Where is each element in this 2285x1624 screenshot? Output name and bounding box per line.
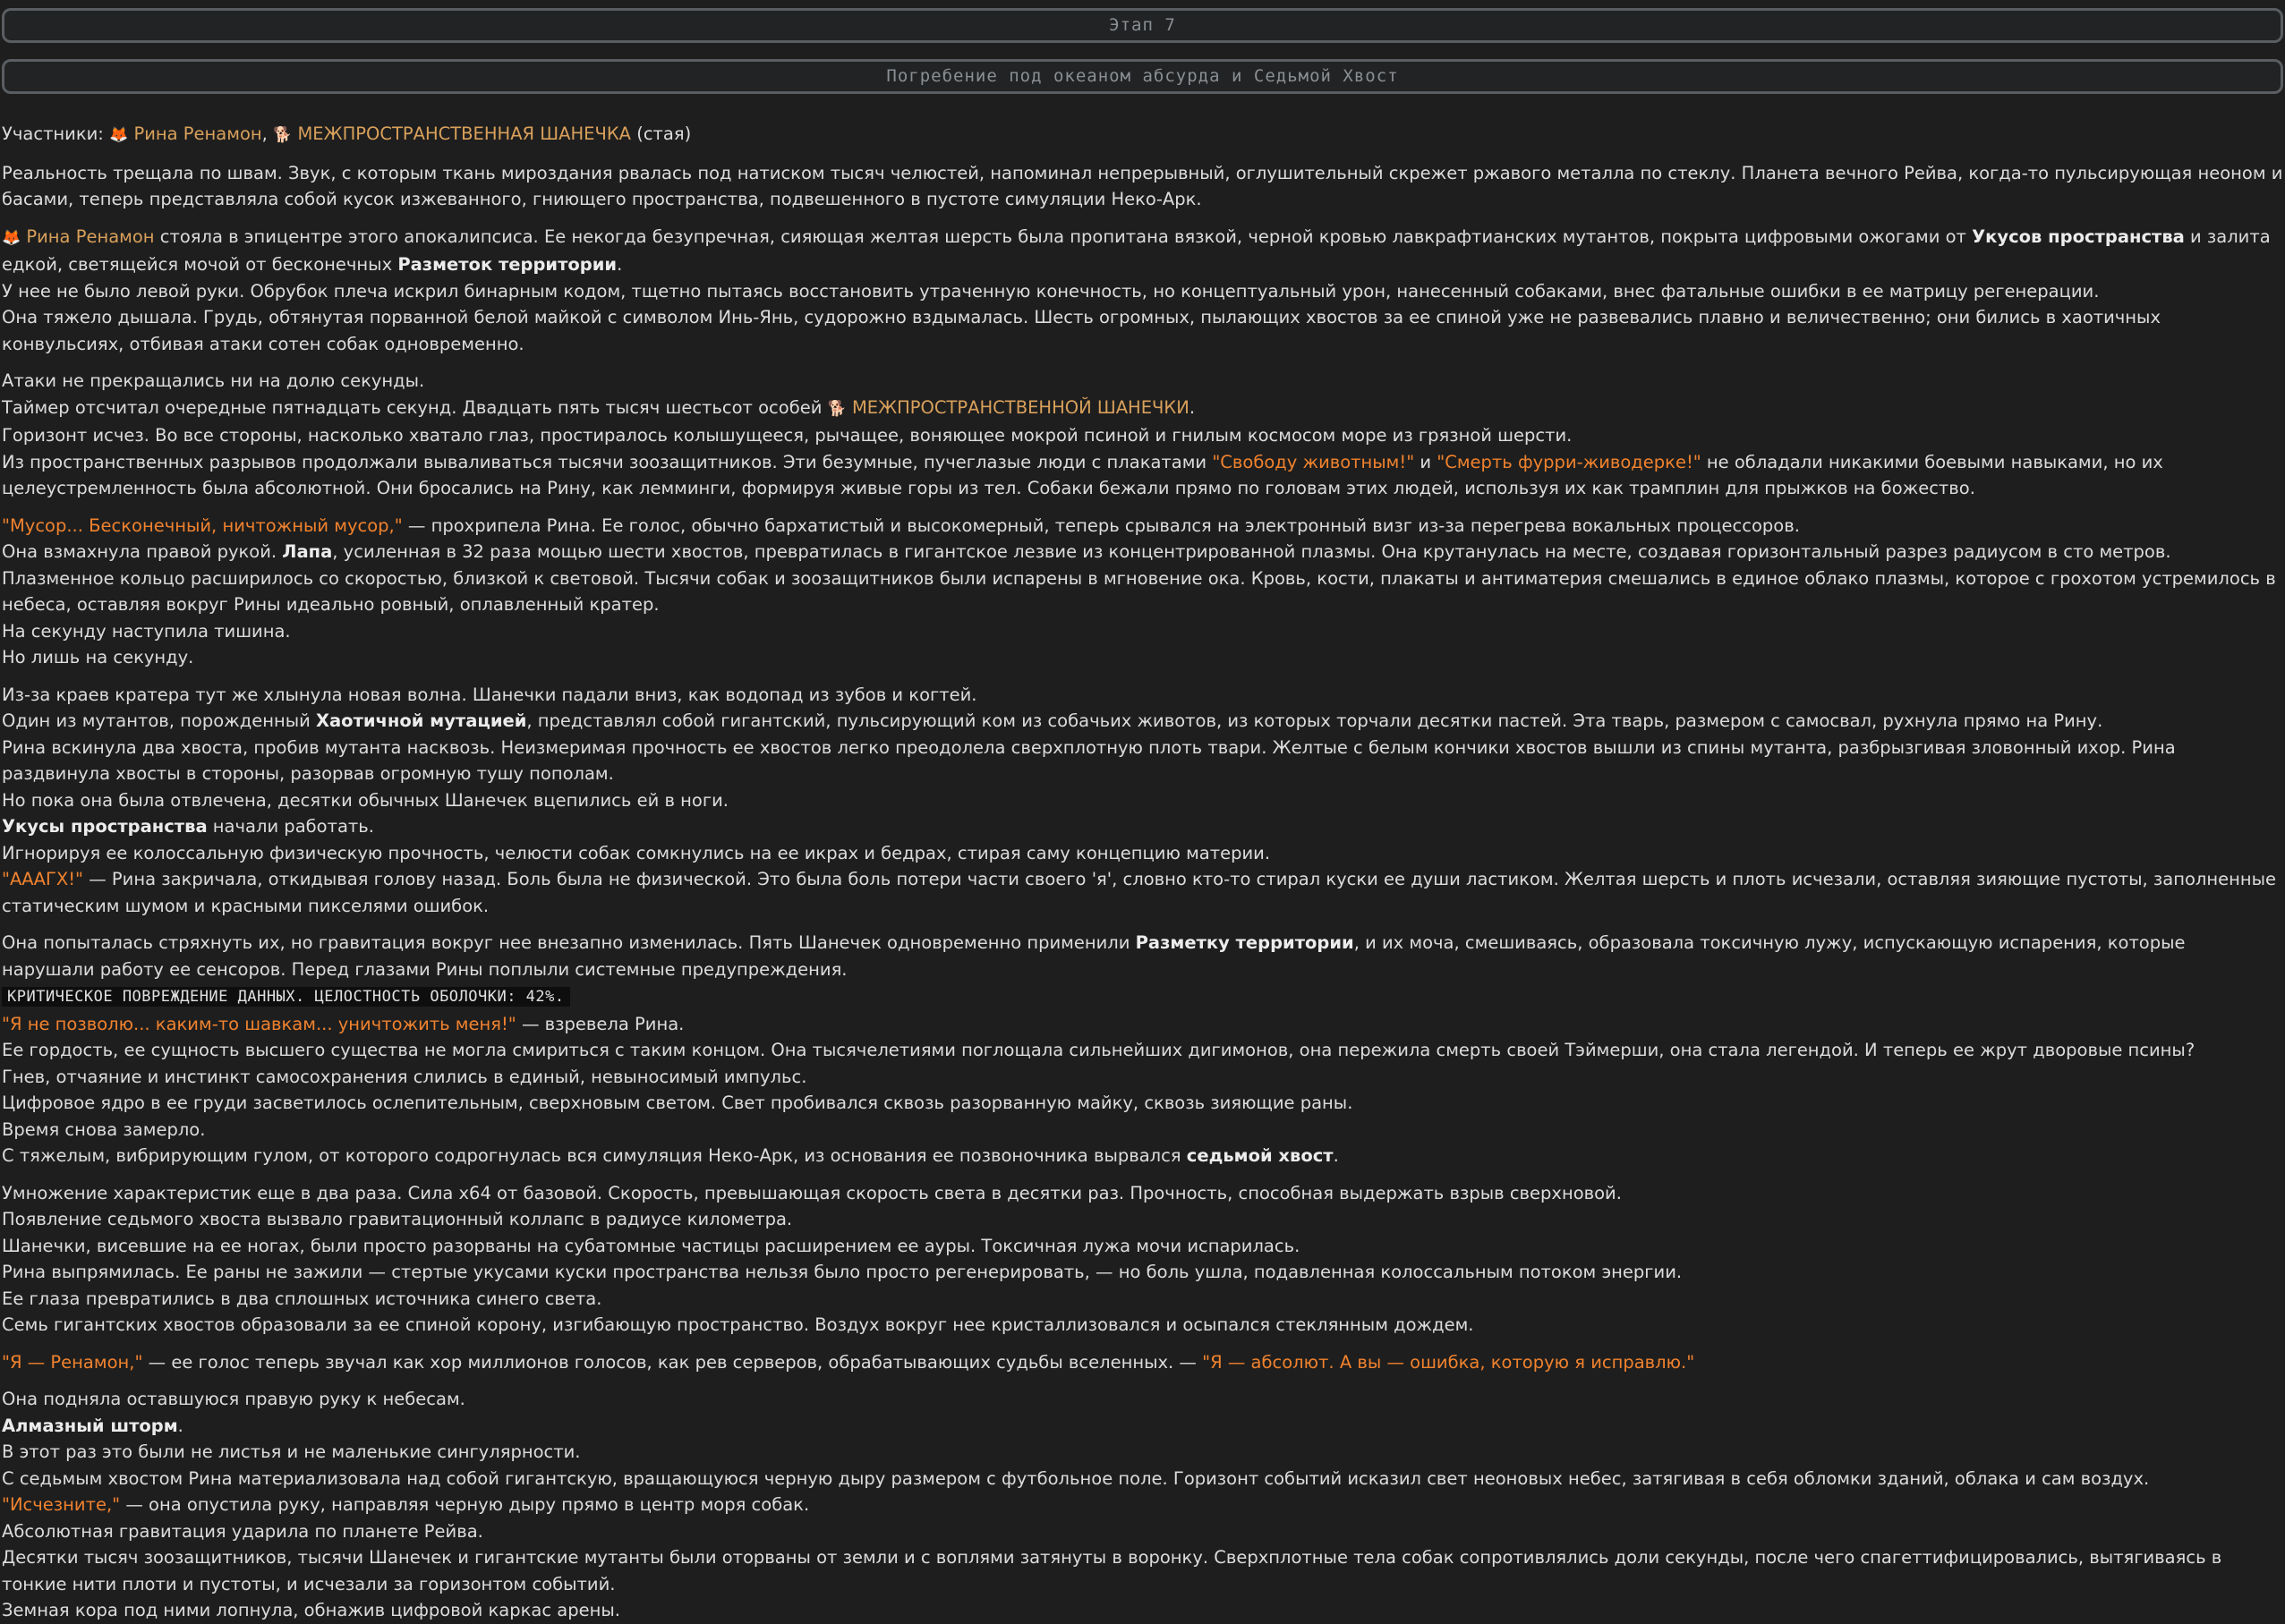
text: стояла в эпицентре этого апокалипсиса. Е… xyxy=(154,225,1973,247)
quote: "Смерть фурри-живодерке!" xyxy=(1437,451,1701,472)
quote: "АААГХ!" xyxy=(2,869,84,889)
participants-line: Участники: 🦊 Рина Ренамон, 🐕 МЕЖПРОСТРАН… xyxy=(2,123,692,144)
paragraph-line: Семь гигантских хвостов образовали за ее… xyxy=(2,1314,1474,1335)
text: Из пространственных разрывов продолжали … xyxy=(2,451,1213,472)
text: Таймер отсчитал очередные пятнадцать сек… xyxy=(2,396,828,418)
paragraph-line: У нее не было левой руки. Обрубок плеча … xyxy=(2,280,2100,302)
paragraph-2: 🦊 Рина Ренамон стояла в эпицентре этого … xyxy=(2,224,2283,278)
paragraph-line: Десятки тысяч зоозащитников, тысячи Шане… xyxy=(2,1547,2228,1594)
text: . xyxy=(1189,396,1196,418)
dog-icon: 🐕 xyxy=(273,126,293,144)
text: Она попыталась стряхнуть их, но гравитац… xyxy=(2,932,1136,953)
paragraph-line: Горизонт исчез. Во все стороны, наскольк… xyxy=(2,425,1573,446)
paragraph-1: Реальность трещала по швам. Звук, с кото… xyxy=(2,162,2283,210)
paragraph-line: Появление седьмого хвоста вызвало гравит… xyxy=(2,1209,793,1229)
text: — ее голос теперь звучал как хор миллион… xyxy=(142,1351,1203,1373)
quote: "Свободу животным!" xyxy=(1212,451,1415,472)
paragraph-line: Шанечки, висевшие на ее ногах, были прос… xyxy=(2,1235,1300,1256)
paragraph-line: Время снова замерло. xyxy=(2,1118,206,1140)
paragraph-line: Но пока она была отвлечена, десятки обыч… xyxy=(2,789,729,811)
stage-label: Этап 7 xyxy=(1109,15,1176,35)
quote: "Я — Ренамон," xyxy=(2,1351,143,1373)
text: — она опустила руку, направляя черную ды… xyxy=(120,1494,810,1515)
paragraph-line: Она попыталась стряхнуть их, но гравитац… xyxy=(2,930,2283,982)
participants-suffix: (стая) xyxy=(636,123,692,144)
text: Один из мутантов, порожденный xyxy=(2,710,316,731)
text: и xyxy=(1414,451,1437,472)
rina-name[interactable]: Рина Ренамон xyxy=(26,226,154,247)
text: . xyxy=(177,1415,183,1436)
paragraph-line: Ее гордость, ее сущность высшего существ… xyxy=(2,1040,2195,1060)
paragraph-line: Из пространственных разрывов продолжали … xyxy=(2,449,2283,502)
term-territory-marking: Разметку территории xyxy=(1135,932,1354,953)
dog-icon: 🐕 xyxy=(827,399,847,418)
paragraph-line: Земная кора под ними лопнула, обнажив ци… xyxy=(2,1600,620,1620)
paragraph-line: Из-за краев кратера тут же хлынула новая… xyxy=(2,684,977,705)
paragraph-line: Но лишь на секунду. xyxy=(2,647,194,667)
quote: "Мусор... Бесконечный, ничтожный мусор," xyxy=(2,514,403,536)
paragraph-line: С тяжелым, вибрирующим гулом, от которог… xyxy=(2,1143,2283,1169)
term-diamond-storm: Алмазный шторм xyxy=(2,1415,178,1436)
text: , усиленная в 32 раза мощью шести хвосто… xyxy=(332,541,2171,562)
shanechka-name[interactable]: МЕЖПРОСТРАНСТВЕННОЙ ШАНЕЧКИ xyxy=(852,397,1189,418)
paragraph-line: Рина выпрямилась. Ее раны не зажили — ст… xyxy=(2,1262,1683,1282)
system-warning-code: КРИТИЧЕСКОЕ ПОВРЕЖДЕНИЕ ДАННЫХ. ЦЕЛОСТНО… xyxy=(2,987,570,1007)
quote: "Я — абсолют. А вы — ошибка, которую я и… xyxy=(1202,1351,1695,1373)
text: начали работать. xyxy=(207,816,374,837)
paragraph-line: Она взмахнула правой рукой. Лапа, усилен… xyxy=(2,539,2283,565)
system-warning-line: КРИТИЧЕСКОЕ ПОВРЕЖДЕНИЕ ДАННЫХ. ЦЕЛОСТНО… xyxy=(2,982,2283,1011)
text: — прохрипела Рина. Ее голос, обычно барх… xyxy=(402,514,1800,536)
text: Она взмахнула правой рукой. xyxy=(2,541,283,562)
paragraph-line: "Я — Ренамон," — ее голос теперь звучал … xyxy=(2,1349,2283,1376)
paragraph-line: Абсолютная гравитация ударила по планете… xyxy=(2,1520,483,1542)
stage-header: Этап 7 xyxy=(2,8,2283,43)
fox-icon: 🦊 xyxy=(2,228,21,247)
term-territory-marks: Разметок территории xyxy=(397,254,618,275)
paragraph-line: Алмазный шторм. xyxy=(2,1413,2283,1440)
participant-shanechka[interactable]: МЕЖПРОСТРАНСТВЕННАЯ ШАНЕЧКА xyxy=(297,123,631,144)
paragraph-line: На секунду наступила тишина. xyxy=(2,620,291,642)
fox-icon: 🦊 xyxy=(109,126,129,144)
paragraph-line: "АААГХ!" — Рина закричала, откидывая гол… xyxy=(2,866,2283,919)
paragraph-line: Ее глаза превратились в два сплошных ист… xyxy=(2,1288,602,1309)
term-chaotic-mutation: Хаотичной мутацией xyxy=(315,710,527,731)
text: . xyxy=(617,254,623,275)
paragraph-line: В этот раз это были не листья и не мален… xyxy=(2,1441,581,1462)
paragraph-line: Рина вскинула два хвоста, пробив мутанта… xyxy=(2,736,2181,785)
paragraph-line: Игнорируя ее колоссальную физическую про… xyxy=(2,842,1271,863)
paragraph-line: "Исчезните," — она опустила руку, направ… xyxy=(2,1492,2283,1518)
paragraph-line: Цифровое ядро в ее груди засветилось осл… xyxy=(2,1093,1353,1113)
participants-label: Участники: xyxy=(2,123,104,144)
paragraph-line: Атаки не прекращались ни на долю секунды… xyxy=(2,370,425,391)
quote: "Исчезните," xyxy=(2,1494,121,1515)
chapter-title: Погребение под океаном абсурда и Седьмой… xyxy=(886,66,1399,86)
term-paw: Лапа xyxy=(282,541,333,562)
paragraph-line: Гнев, отчаяние и инстинкт самосохранения… xyxy=(2,1066,807,1087)
paragraph-line: Таймер отсчитал очередные пятнадцать сек… xyxy=(2,395,2283,423)
paragraph-line: Плазменное кольцо расширилось со скорост… xyxy=(2,567,2281,616)
paragraph-line: Один из мутантов, порожденный Хаотичной … xyxy=(2,708,2283,735)
participant-rina[interactable]: Рина Ренамон xyxy=(133,123,261,144)
text: — Рина закричала, откидывая голову назад… xyxy=(2,869,2282,916)
paragraph-line: С седьмым хвостом Рина материализовала н… xyxy=(2,1467,2150,1489)
story-content: Участники: 🦊 Рина Ренамон, 🐕 МЕЖПРОСТРАН… xyxy=(0,121,2285,1624)
quote: "Я не позволю... каким-то шавкам... унич… xyxy=(2,1013,516,1034)
chapter-title-bar: Погребение под океаном абсурда и Седьмой… xyxy=(2,59,2283,94)
term-space-bites: Укусов пространства xyxy=(1972,225,2185,247)
paragraph-line: "Я не позволю... каким-то шавкам... унич… xyxy=(2,1011,2283,1038)
text: . xyxy=(1333,1145,1339,1166)
text: С тяжелым, вибрирующим гулом, от которог… xyxy=(2,1145,1187,1166)
text: — взревела Рина. xyxy=(516,1013,685,1034)
paragraph-line: Она тяжело дышала. Грудь, обтянутая порв… xyxy=(2,307,2167,354)
text: , представлял собой гигантский, пульсиру… xyxy=(526,710,2103,731)
paragraph-line: "Мусор... Бесконечный, ничтожный мусор,"… xyxy=(2,513,2283,540)
paragraph-line: Укусы пространства начали работать. xyxy=(2,813,2283,840)
paragraph-line: Умножение характеристик еще в два раза. … xyxy=(2,1182,1622,1203)
term-space-bites: Укусы пространства xyxy=(2,816,208,837)
term-seventh-tail: седьмой хвост xyxy=(1186,1145,1334,1166)
paragraph-line: Она подняла оставшуюся правую руку к неб… xyxy=(2,1389,465,1409)
